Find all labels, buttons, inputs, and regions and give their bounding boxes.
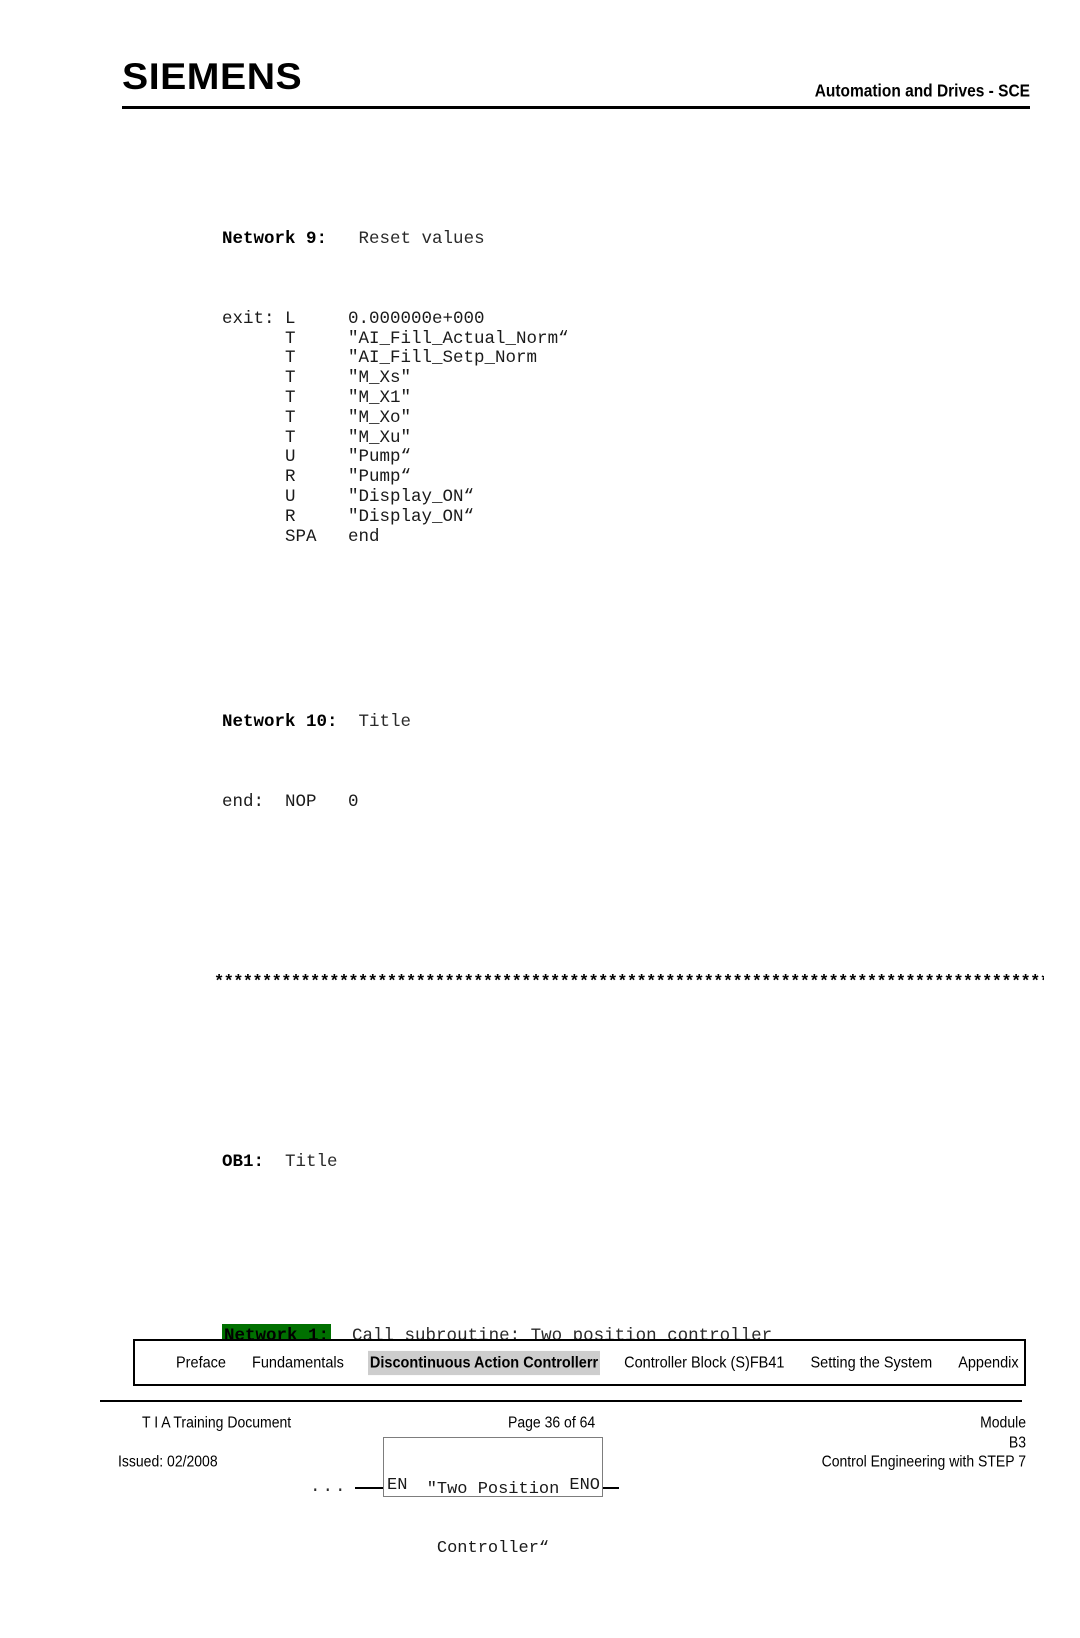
stl-line-label [222, 527, 285, 547]
stl-operand: "Pump“ [348, 447, 412, 468]
footer-module-label: Module [980, 1413, 1026, 1431]
stl-line-label [222, 507, 285, 527]
network-9-label: Network 9: [222, 229, 328, 249]
stl-code-line: R "Display_ON“ [0, 506, 1080, 528]
network-9-code-lines: exit: L 0.000000e+000 T "AI_Fill_Actual_… [0, 308, 1080, 548]
stl-line-label: exit: [222, 308, 286, 329]
footer-document-name: T I A Training Document [142, 1413, 292, 1431]
stl-code-line: exit: L 0.000000e+000 [0, 308, 1080, 330]
stl-operator: U [285, 486, 349, 507]
stl-code-line: T "AI_Fill_Setp_Norm [0, 348, 1080, 369]
network-10-title: Title [358, 712, 412, 733]
stl-line-label [222, 487, 285, 507]
stl-operand: "M_Xu" [348, 427, 412, 448]
stl-operand: "Display_ON“ [348, 486, 475, 507]
stl-code-line: end: NOP 0 [0, 792, 1080, 813]
chapter-nav-bar: Preface Fundamentals Discontinuous Action … [133, 1339, 1026, 1386]
stl-operand: end [348, 526, 380, 547]
network-9-title: Reset values [358, 229, 485, 249]
stl-operator: NOP [285, 792, 349, 813]
stl-line-label: end: [222, 792, 286, 813]
stl-code-line: T "M_Xs" [0, 368, 1080, 389]
stl-code-line: U "Pump“ [0, 447, 1080, 468]
nav-item-fundamentals[interactable]: Fundamentals [250, 1350, 346, 1374]
nav-item-appendix[interactable]: Appendix [956, 1350, 1020, 1374]
siemens-logo: SIEMENS [122, 56, 303, 97]
stl-line-label [222, 329, 285, 349]
header-subtitle: Automation and Drives - SCE [814, 81, 1030, 101]
stl-line-label [222, 467, 285, 487]
footer-issued-date: Issued: 02/2008 [118, 1452, 218, 1470]
footer-divider [100, 1400, 1022, 1402]
nav-item-controller-block-s-fb41[interactable]: Controller Block (S)FB41 [622, 1350, 786, 1374]
stl-operand: "M_Xo" [348, 407, 412, 428]
stl-operand: "Pump“ [348, 467, 412, 488]
stl-code-line: T "M_X1" [0, 387, 1080, 409]
nav-item-setting-the-system[interactable]: Setting the System [808, 1350, 934, 1374]
stl-operator: SPA [285, 526, 349, 547]
stl-operand: "M_X1" [348, 387, 412, 408]
stl-operator: T [285, 387, 349, 408]
stl-operand: 0.000000e+000 [348, 308, 485, 329]
stl-line-label [222, 348, 285, 368]
footer-course-name: Control Engineering with STEP 7 [821, 1452, 1026, 1470]
nav-item-preface[interactable]: Preface [174, 1350, 228, 1374]
section-separator: ****************************************… [214, 972, 1044, 992]
footer-page-number: Page 36 of 64 [508, 1413, 596, 1431]
stl-code-line: U "Display_ON“ [0, 486, 1080, 508]
stl-code-line: SPA end [0, 526, 1080, 548]
page-footer: T I A Training Document Page 36 of 64 Mo… [0, 1404, 1080, 1514]
stl-operator: R [285, 467, 349, 488]
stl-line-label [222, 428, 285, 448]
stl-operator: L [285, 308, 349, 329]
footer-module-value: B3 [1008, 1433, 1026, 1451]
header-divider [122, 106, 1030, 109]
ob1-header: OB1: Title [0, 1151, 1080, 1173]
stl-operator: T [285, 407, 349, 428]
fbd-block-title-line2: Controller“ [436, 1538, 550, 1558]
nav-item-discontinuous-action-controllerr[interactable]: Discontinuous Action Controllerr [367, 1350, 601, 1375]
network-10-label: Network 10: [222, 712, 338, 733]
stl-operand: "AI_Fill_Setp_Norm [348, 348, 538, 369]
stl-operator: U [285, 447, 349, 468]
stl-operand: "AI_Fill_Actual_Norm“ [348, 328, 569, 349]
ob1-label: OB1: [222, 1151, 265, 1172]
network-10-header: Network 10: Title [0, 712, 1080, 733]
stl-code-line: R "Pump“ [0, 467, 1080, 488]
stl-operator: T [285, 328, 349, 349]
stl-operator: R [285, 506, 349, 527]
stl-line-label [222, 447, 285, 467]
stl-code-line: T "M_Xo" [0, 407, 1080, 429]
stl-operand: "M_Xs" [348, 368, 412, 389]
stl-line-label [222, 388, 285, 408]
stl-line-label [222, 408, 285, 428]
stl-operator: T [285, 348, 349, 369]
stl-code-line: T "AI_Fill_Actual_Norm“ [0, 328, 1080, 350]
network-9-header: Network 9: Reset values [0, 229, 1080, 250]
stl-line-label [222, 368, 285, 388]
stl-operand: 0 [348, 792, 359, 813]
network-10-code-lines: end: NOP 0 [0, 792, 1080, 813]
page-header: SIEMENS Automation and Drives - SCE [0, 0, 1080, 115]
stl-operand: "Display_ON“ [348, 506, 475, 527]
ob1-title: Title [285, 1151, 338, 1172]
stl-operator: T [285, 368, 349, 389]
stl-operator: T [285, 427, 349, 448]
stl-code-line: T "M_Xu" [0, 427, 1080, 449]
